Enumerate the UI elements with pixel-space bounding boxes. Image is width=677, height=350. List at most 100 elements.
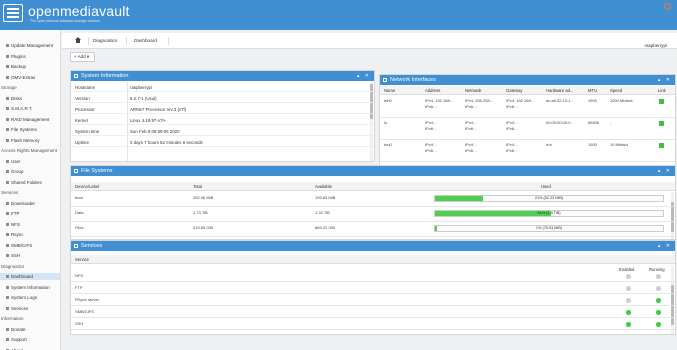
interface-netmask: IPv6: - (465, 147, 477, 153)
filesystem-available: 199.83 MiB (315, 195, 336, 200)
column-header[interactable]: Gateway (506, 88, 523, 93)
link-check-icon (659, 143, 664, 148)
link-check-icon (659, 121, 664, 126)
menu-item-icon (6, 233, 9, 237)
sidebar-item-label: SSH (11, 253, 21, 258)
panel-controls[interactable]: ▴ ✕ (658, 241, 672, 251)
sidebar-item[interactable]: SMB/CIFS (0, 242, 60, 249)
menu-item-icon (6, 128, 9, 132)
sidebar-item: Storage (0, 84, 60, 91)
sidebar-item-label: NFS (11, 221, 20, 227)
sidebar-item[interactable]: Backup (0, 63, 60, 70)
sidebar-item[interactable]: Rsync (0, 231, 60, 238)
sidebar-item[interactable]: Services (0, 305, 60, 312)
hardware-address: n/a (546, 142, 552, 147)
row-divider (71, 206, 675, 207)
info-key: Processor (75, 107, 95, 112)
sidebar-item[interactable]: Downloader (0, 200, 60, 207)
sidebar-item[interactable]: Disks (0, 95, 60, 102)
plus-icon: + (74, 54, 77, 59)
panel-controls[interactable]: ▴ ✕ (658, 75, 672, 85)
speed-value: 1000 Mbits/s (610, 98, 633, 103)
sidebar-item[interactable]: FTP (0, 210, 60, 217)
sidebar-item[interactable]: System Logs (0, 294, 60, 301)
column-header[interactable]: Netmask (465, 88, 482, 93)
panel-title: Services (81, 243, 103, 249)
column-header[interactable]: Hardware ad... (546, 88, 573, 93)
row-divider (71, 236, 675, 237)
interface-netmask: IPv6: - (465, 103, 477, 109)
menu-item-icon (6, 107, 9, 111)
sidebar-item[interactable]: NFS (0, 221, 60, 228)
panel-header: Services ▴ ✕ (71, 241, 675, 251)
power-icon[interactable] (664, 3, 671, 10)
info-row: Uptime 0 days 7 hours 52 minutes 6 second… (71, 139, 374, 147)
sidebar-item[interactable]: Flash Memory (0, 137, 60, 144)
sidebar-item[interactable]: File Systems (0, 126, 60, 133)
panel-title: File Systems (81, 168, 113, 174)
sidebar-item[interactable]: About (0, 347, 60, 350)
info-row: Kernel Linux 4.19.97-v7l+ (71, 117, 374, 125)
menu-item-icon (6, 170, 9, 174)
info-value: 0 days 7 hours 52 minutes 6 seconds (130, 140, 203, 145)
column-header[interactable]: Available (315, 184, 332, 189)
interface-gateway: IPv6: - (506, 147, 518, 153)
sidebar-item[interactable]: Dashboard (0, 273, 60, 280)
info-value: 5.2.7-1 (Usul) (130, 96, 157, 101)
sidebar-item[interactable]: Shared Folders (0, 179, 60, 186)
sidebar-item-label: Storage (1, 85, 17, 90)
column-header[interactable]: Running (649, 267, 665, 272)
sidebar-item[interactable]: System Information (0, 284, 60, 291)
sidebar-item[interactable]: OMV-Extras (0, 74, 60, 81)
interface-name: lo (384, 120, 388, 125)
sidebar-item[interactable]: Donate (0, 326, 60, 333)
hardware-address: 00:00:00:00:0... (546, 120, 574, 125)
column-header[interactable]: Speed (610, 88, 622, 93)
column-header[interactable]: Total (193, 184, 202, 189)
menu-item-icon (6, 159, 9, 163)
enabled-status-dot (626, 310, 631, 315)
home-icon[interactable] (75, 37, 81, 43)
panel-title: System Information (81, 73, 129, 79)
usage-text: 51% (1.4 TiB) (537, 211, 561, 215)
filesystem-available: 1.33 TiB (315, 210, 330, 215)
sidebar-item-label: Services (11, 305, 29, 311)
sidebar-item-label: File Systems (11, 127, 37, 132)
sidebar-item-label: Disks (11, 95, 22, 101)
column-header[interactable]: Address (425, 88, 440, 93)
info-value: ARMv7 Processor rev 3 (v7l) (130, 107, 187, 112)
column-header[interactable]: MTU (588, 88, 597, 93)
panel-controls[interactable]: ▴ ✕ (357, 71, 371, 81)
usage-progress-bar: 21% (52.23 MiB) (434, 195, 664, 202)
menu-item-icon (6, 138, 9, 142)
sidebar-item[interactable]: User (0, 158, 60, 165)
sidebar-item[interactable]: Group (0, 168, 60, 175)
breadcrumb-diagnostics[interactable]: Diagnostics (93, 38, 117, 43)
sidebar-item[interactable]: RAID Management (0, 116, 60, 123)
running-status-dot (656, 274, 661, 279)
sidebar-item[interactable]: S.M.A.R.T. (0, 105, 60, 112)
column-header[interactable]: Name (384, 88, 395, 93)
hostname-label: raspberrypi (644, 43, 667, 48)
filesystem-total: 915.85 GiB (193, 225, 214, 230)
row-divider (71, 221, 675, 222)
column-header[interactable]: Enabled (619, 267, 634, 272)
column-header[interactable]: Used (541, 184, 551, 189)
interface-name: eth0 (384, 98, 392, 103)
sidebar-item[interactable]: Plugins (0, 53, 60, 60)
scrollbar[interactable] (671, 265, 674, 334)
column-header[interactable]: Service (75, 257, 89, 262)
breadcrumb-dashboard[interactable]: Dashboard (134, 38, 157, 43)
sidebar-item[interactable]: Support (0, 336, 60, 343)
column-header[interactable]: Device/Label (75, 184, 99, 189)
interface-address: IPv6: - (425, 103, 437, 109)
panel-controls[interactable]: ▴ ✕ (658, 166, 672, 176)
scrollbar[interactable] (671, 192, 674, 239)
sidebar-item[interactable]: SSH (0, 252, 60, 259)
sidebar-item[interactable]: Update Management (0, 42, 60, 49)
brand-name: openmediavault (28, 3, 130, 19)
info-value: Sun Feb 9 09:59:06 2020 (130, 129, 180, 134)
column-header[interactable]: Link (658, 88, 666, 93)
add-widget-button[interactable]: +Add ▾ (70, 52, 95, 62)
info-row: System time Sun Feb 9 09:59:06 2020 (71, 128, 374, 136)
